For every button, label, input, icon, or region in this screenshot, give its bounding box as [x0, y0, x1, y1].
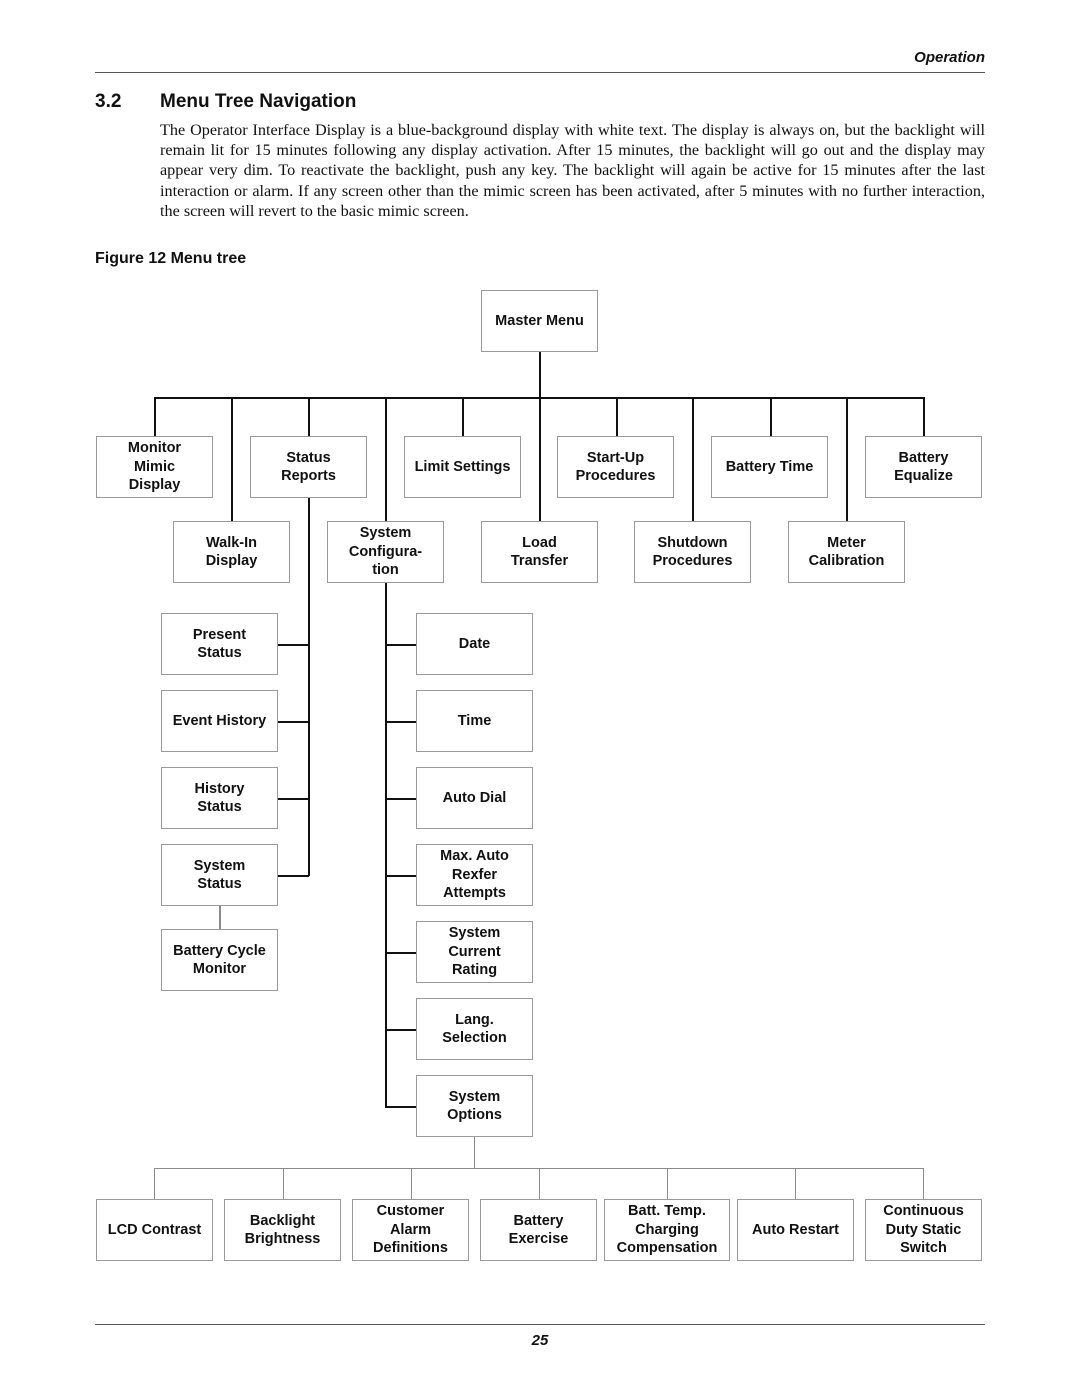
connector-drop [795, 1168, 796, 1200]
connector-branch [277, 875, 309, 877]
connector-drop [154, 1168, 155, 1200]
page-number: 25 [531, 1332, 549, 1349]
connector-status-reports-trunk [308, 497, 310, 876]
node-battery-time: Battery Time [711, 436, 828, 498]
connector-drop [462, 397, 464, 437]
connector-branch [385, 1106, 417, 1108]
figure-caption: Figure 12 Menu tree [95, 250, 247, 267]
node-walk-in-display: Walk-In Display [173, 521, 290, 583]
connector-drop [308, 397, 310, 437]
header-rule [95, 72, 985, 73]
connector-branch [277, 798, 309, 800]
connector-drop [616, 397, 618, 437]
node-customer-alarm-definitions: Customer Alarm Definitions [352, 1199, 469, 1261]
connector-root-down [539, 351, 541, 398]
node-limit-settings: Limit Settings [404, 436, 521, 498]
node-history-status: History Status [161, 767, 278, 829]
connector-branch [385, 798, 417, 800]
node-time: Time [416, 690, 533, 752]
connector-system-status-down [219, 906, 221, 930]
node-batt-temp-charging-compensation: Batt. Temp. Charging Compensation [604, 1199, 730, 1261]
section-body-paragraph: The Operator Interface Display is a blue… [160, 121, 985, 220]
running-header-section: Operation [914, 49, 985, 66]
connector-branch [277, 644, 309, 646]
node-start-up-procedures: Start-Up Procedures [557, 436, 674, 498]
connector-drop [283, 1168, 284, 1200]
connector-drop [411, 1168, 412, 1200]
node-monitor-mimic-display: Monitor Mimic Display [96, 436, 213, 498]
node-shutdown-procedures: Shutdown Procedures [634, 521, 751, 583]
connector-drop [385, 397, 387, 522]
connector-drop [154, 397, 156, 437]
node-lang-selection: Lang. Selection [416, 998, 533, 1060]
node-auto-restart: Auto Restart [737, 1199, 854, 1261]
connector-drop [770, 397, 772, 437]
connector-branch [277, 721, 309, 723]
connector-branch [385, 875, 417, 877]
node-battery-equalize: Battery Equalize [865, 436, 982, 498]
node-max-auto-rexfer-attempts: Max. Auto Rexfer Attempts [416, 844, 533, 906]
node-load-transfer: Load Transfer [481, 521, 598, 583]
node-backlight-brightness: Backlight Brightness [224, 1199, 341, 1261]
node-battery-exercise: Battery Exercise [480, 1199, 597, 1261]
connector-drop [923, 397, 925, 437]
connector-drop [923, 1168, 924, 1200]
node-continuous-duty-static-switch: Continuous Duty Static Switch [865, 1199, 982, 1261]
node-meter-calibration: Meter Calibration [788, 521, 905, 583]
connector-drop [667, 1168, 668, 1200]
connector-branch [385, 1029, 417, 1031]
node-present-status: Present Status [161, 613, 278, 675]
connector-drop [539, 1168, 540, 1200]
node-master-menu: Master Menu [481, 290, 598, 352]
node-system-configuration: System Configura- tion [327, 521, 444, 583]
connector-drop [231, 397, 233, 522]
footer-rule [95, 1324, 985, 1325]
node-system-options: System Options [416, 1075, 533, 1137]
node-system-current-rating: System Current Rating [416, 921, 533, 983]
connector-drop [846, 397, 848, 522]
connector-system-options-down [474, 1137, 475, 1168]
node-status-reports: Status Reports [250, 436, 367, 498]
node-auto-dial: Auto Dial [416, 767, 533, 829]
node-event-history: Event History [161, 690, 278, 752]
node-date: Date [416, 613, 533, 675]
node-battery-cycle-monitor: Battery Cycle Monitor [161, 929, 278, 991]
section-number: 3.2 [95, 91, 122, 112]
section-title: Menu Tree Navigation [160, 91, 357, 112]
connector-branch [385, 721, 417, 723]
connector-branch [385, 644, 417, 646]
connector-branch [385, 952, 417, 954]
connector-drop [692, 397, 694, 522]
node-system-status: System Status [161, 844, 278, 906]
connector-drop [539, 397, 541, 522]
node-lcd-contrast: LCD Contrast [96, 1199, 213, 1261]
